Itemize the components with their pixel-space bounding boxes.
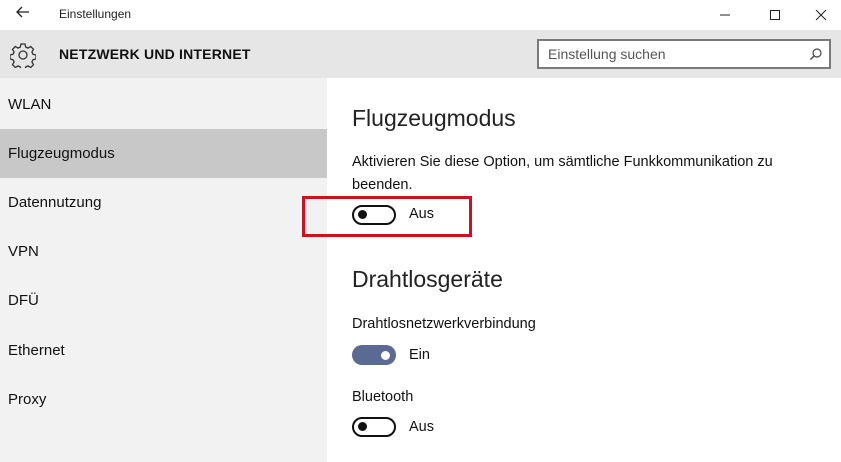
wifi-connection-state: Ein bbox=[409, 347, 430, 363]
toggle-knob bbox=[358, 422, 367, 431]
search-icon[interactable] bbox=[809, 47, 823, 61]
wifi-connection-label: Drahtlosnetzwerkverbindung bbox=[352, 316, 536, 332]
airplane-mode-heading: Flugzeugmodus bbox=[352, 105, 516, 131]
close-icon bbox=[815, 9, 827, 21]
sidebar-item-vpn[interactable]: VPN bbox=[0, 227, 327, 276]
sidebar-item-wlan[interactable]: WLAN bbox=[0, 80, 327, 129]
gear-icon bbox=[9, 42, 37, 71]
toggle-knob bbox=[381, 350, 390, 360]
wifi-connection-toggle[interactable] bbox=[352, 345, 396, 365]
title-bar: Einstellungen bbox=[0, 0, 841, 30]
sidebar-item-ethernet[interactable]: Ethernet bbox=[0, 326, 327, 375]
sidebar-item-flugzeugmodus[interactable]: Flugzeugmodus bbox=[0, 129, 327, 178]
highlight-box bbox=[302, 196, 472, 237]
sidebar-nav: WLAN Flugzeugmodus Datennutzung VPN DFÜ … bbox=[0, 78, 327, 462]
wireless-devices-heading: Drahtlosgeräte bbox=[352, 266, 503, 292]
window-title: Einstellungen bbox=[59, 7, 132, 21]
section-title: NETZWERK UND INTERNET bbox=[59, 46, 251, 62]
bluetooth-state: Aus bbox=[409, 419, 434, 435]
airplane-mode-description: Aktivieren Sie diese Option, um sämtlich… bbox=[352, 154, 773, 193]
maximize-button[interactable] bbox=[752, 0, 798, 30]
main-content: Flugzeugmodus Aktivieren Sie diese Optio… bbox=[327, 78, 841, 462]
sidebar-item-dfu[interactable]: DFÜ bbox=[0, 276, 327, 325]
bluetooth-toggle[interactable] bbox=[352, 417, 396, 437]
search-box[interactable] bbox=[537, 39, 831, 69]
bluetooth-label: Bluetooth bbox=[352, 389, 414, 405]
sidebar-item-proxy[interactable]: Proxy bbox=[0, 375, 327, 424]
close-button[interactable] bbox=[798, 0, 841, 30]
search-input[interactable] bbox=[539, 41, 808, 67]
minimize-icon bbox=[720, 14, 730, 16]
settings-header: NETZWERK UND INTERNET bbox=[0, 30, 841, 78]
sidebar-item-datennutzung[interactable]: Datennutzung bbox=[0, 178, 327, 227]
maximize-icon bbox=[770, 10, 780, 20]
back-arrow-icon[interactable] bbox=[10, 3, 36, 25]
minimize-button[interactable] bbox=[702, 0, 748, 30]
